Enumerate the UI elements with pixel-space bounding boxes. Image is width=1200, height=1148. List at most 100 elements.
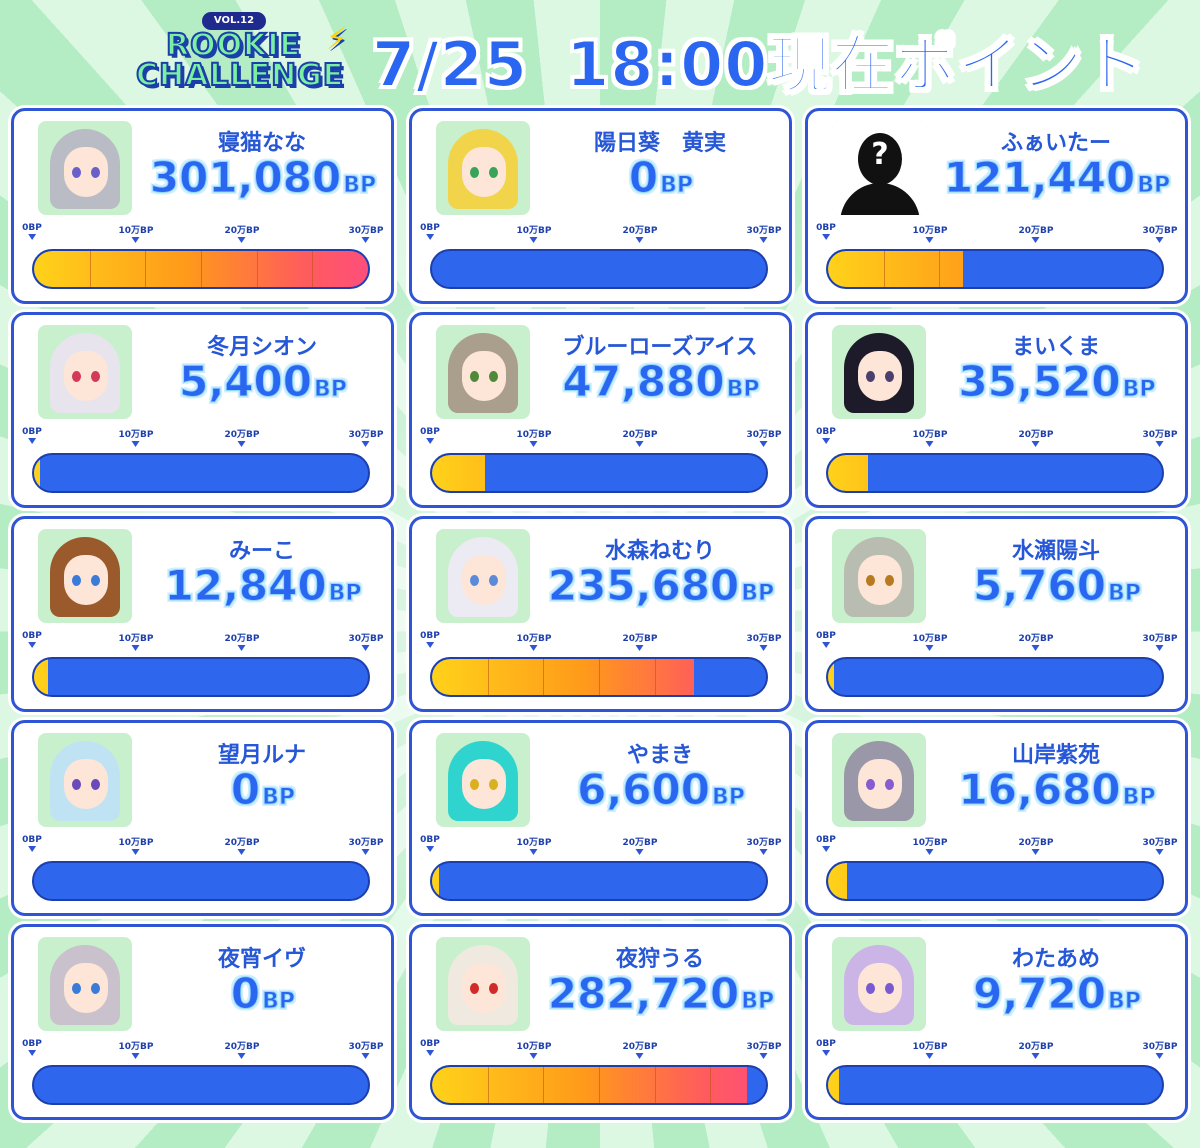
tick-arrow-icon [529, 645, 538, 651]
tick-arrow-icon [426, 234, 434, 240]
tick-arrow-icon [1155, 645, 1164, 651]
title-text: 18:00現在ポイント [565, 27, 1147, 102]
progress-scale: 0BP 10万BP 20万BP 30万BP [420, 427, 781, 449]
progress-segment-divider [145, 251, 146, 287]
points-value: 121,440 [943, 153, 1136, 203]
tick-arrow-icon [759, 237, 768, 243]
tick-arrow-icon [1031, 237, 1040, 243]
scale-tick: 0BP [420, 427, 440, 444]
rookie-challenge-logo: VOL.12 ROOKIE CHALLENGE ⚡ [118, 10, 354, 98]
contestant-card: ブルーローズアイス 47,880BP 0BP 10万BP 20万BP 30万BP [409, 312, 792, 508]
scale-tick: 30万BP [746, 631, 782, 651]
scale-tick-label: 30万BP [348, 226, 384, 236]
scale-tick: 0BP [22, 835, 42, 852]
contestant-card: わたあめ 9,720BP 0BP 10万BP 20万BP 30万BP [805, 924, 1188, 1120]
scale-tick-label: 10万BP [118, 1042, 154, 1052]
tick-arrow-icon [635, 1053, 644, 1059]
avatar [436, 121, 530, 215]
title-date: 7/25 [371, 27, 529, 102]
scale-tick: 30万BP [1143, 223, 1177, 243]
avatar [38, 121, 132, 215]
logo-text-challenge: CHALLENGE [135, 57, 345, 94]
scale-tick-label: 20万BP [224, 1042, 260, 1052]
scale-tick-label: 30万BP [1142, 838, 1178, 848]
points-unit: BP [1137, 173, 1171, 199]
progress-scale: 0BP 10万BP 20万BP 30万BP [22, 631, 383, 653]
progress-bar [32, 249, 370, 289]
points-unit: BP [741, 989, 775, 1015]
scale-tick: 10万BP [516, 223, 552, 243]
tick-arrow-icon [237, 645, 246, 651]
contestant-points: 16,680BP [926, 765, 1188, 815]
progress-fill [828, 455, 868, 491]
contestant-points: 0BP [132, 969, 394, 1019]
scale-tick-label: 20万BP [224, 634, 260, 644]
progress-bar [32, 657, 370, 697]
scale-tick-label: 0BP [816, 1039, 836, 1049]
tick-arrow-icon [28, 846, 36, 852]
contestant-points: 5,400BP [132, 357, 394, 407]
contestant-points: 0BP [132, 765, 394, 815]
progress-segment-divider [884, 251, 885, 287]
scale-tick: 30万BP [349, 631, 383, 651]
progress-scale: 0BP 10万BP 20万BP 30万BP [816, 223, 1177, 245]
scale-tick-label: 20万BP [1018, 1042, 1054, 1052]
contestant-points: 35,520BP [926, 357, 1188, 407]
contestant-card: まいくま 35,520BP 0BP 10万BP 20万BP 30万BP [805, 312, 1188, 508]
scale-tick: 10万BP [119, 631, 153, 651]
scale-tick: 10万BP [517, 631, 551, 651]
scale-tick: 30万BP [348, 223, 384, 243]
scale-tick: 0BP [22, 223, 42, 240]
tick-arrow-icon [361, 849, 370, 855]
scale-tick-label: 20万BP [622, 1042, 658, 1052]
scale-tick: 20万BP [1019, 427, 1053, 447]
avatar [832, 937, 926, 1031]
progress-bar [826, 861, 1164, 901]
contestant-card: 山岸紫苑 16,680BP 0BP 10万BP 20万BP 30万BP [805, 720, 1188, 916]
scale-tick-label: 10万BP [516, 226, 552, 236]
points-unit: BP [1122, 377, 1156, 403]
contestant-card: ? ふぁいたー 121,440BP 0BP 10万BP 20万BP 30万BP [805, 108, 1188, 304]
contestant-points: 9,720BP [926, 969, 1188, 1019]
scale-tick-label: 0BP [420, 835, 440, 845]
progress-scale: 0BP 10万BP 20万BP 30万BP [22, 835, 383, 857]
progress-bar [430, 1065, 768, 1105]
points-value: 5,760 [973, 561, 1107, 611]
tick-arrow-icon [759, 441, 768, 447]
progress-segment-divider [90, 251, 91, 287]
progress-scale: 0BP 10万BP 20万BP 30万BP [816, 1039, 1177, 1061]
progress-segment-divider [201, 251, 202, 287]
scale-tick: 20万BP [225, 427, 259, 447]
scale-tick-label: 0BP [22, 223, 42, 233]
scale-tick: 30万BP [1143, 631, 1177, 651]
scale-tick-label: 30万BP [746, 634, 782, 644]
tick-arrow-icon [822, 642, 830, 648]
avatar [38, 325, 132, 419]
page-title: 7/25 18:00現在ポイント [371, 14, 1146, 102]
scale-tick: 0BP [22, 427, 42, 444]
scale-tick-label: 10万BP [912, 634, 948, 644]
points-unit: BP [741, 581, 775, 607]
scale-tick: 30万BP [1142, 835, 1178, 855]
scale-tick-label: 0BP [420, 631, 440, 641]
scale-tick: 10万BP [913, 1039, 947, 1059]
progress-fill [34, 659, 48, 695]
tick-arrow-icon [925, 441, 934, 447]
progress-bar [430, 249, 768, 289]
tick-arrow-icon [1031, 1053, 1040, 1059]
tick-arrow-icon [426, 438, 434, 444]
scale-tick-label: 10万BP [912, 838, 948, 848]
points-value: 16,680 [958, 765, 1121, 815]
progress-bar [826, 249, 1164, 289]
progress-fill [34, 455, 40, 491]
progress-bar [430, 453, 768, 493]
tick-arrow-icon [1031, 645, 1040, 651]
scale-tick-label: 10万BP [912, 226, 948, 236]
contestant-points: 12,840BP [132, 561, 394, 611]
progress-segment-divider [488, 659, 489, 695]
tick-arrow-icon [925, 237, 934, 243]
scale-tick-label: 30万BP [1142, 1042, 1178, 1052]
avatar [832, 733, 926, 827]
scale-tick: 20万BP [623, 427, 657, 447]
scale-tick-label: 10万BP [118, 838, 154, 848]
